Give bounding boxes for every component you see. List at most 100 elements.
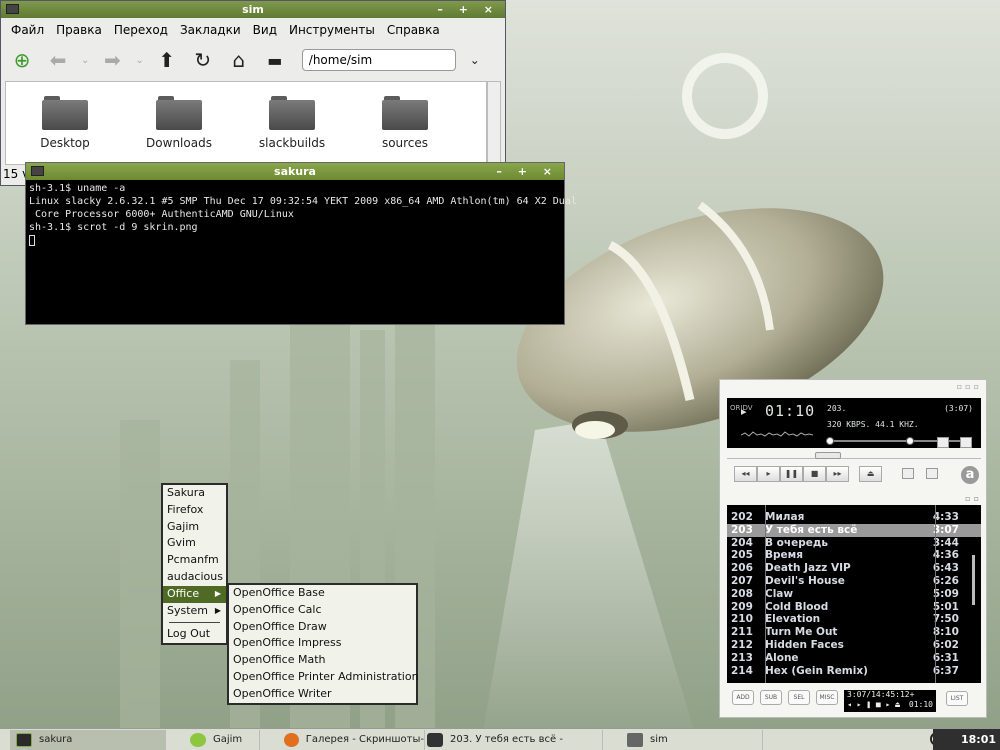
sel-button[interactable]: SEL <box>788 690 810 705</box>
window-controls-icon[interactable]: ▫▫ <box>965 494 982 503</box>
window-controls[interactable]: – + × <box>496 163 558 180</box>
track-title: Hex (Gein Remix) <box>765 664 868 677</box>
task-sim[interactable]: sim <box>603 729 763 750</box>
terminal-output[interactable]: sh-3.1$ uname -a Linux slacky 2.6.32.1 #… <box>26 180 577 249</box>
track-index: 206 <box>731 562 753 575</box>
menu-item-gvim[interactable]: Gvim <box>163 535 226 552</box>
elapsed-time[interactable]: 01:10 <box>765 402 815 420</box>
firefox-icon <box>284 732 299 747</box>
vis-mode-label: ORIDV <box>730 404 753 412</box>
file-icon-view[interactable]: Desktop Downloads slackbuilds sources <box>5 81 487 165</box>
terminal-icon[interactable] <box>31 166 44 176</box>
track-duration: 3:44 <box>932 536 959 549</box>
add-button[interactable]: ADD <box>732 690 754 705</box>
misc-button[interactable]: MISC <box>816 690 838 705</box>
mini-time: 01:10 <box>908 700 933 709</box>
menu-item-firefox[interactable]: Firefox <box>163 502 226 519</box>
shuffle-icon[interactable] <box>902 468 914 479</box>
home-icon[interactable]: ⌂ <box>226 47 252 73</box>
reload-icon[interactable]: ↻ <box>190 47 216 73</box>
menu-item-oo-impress[interactable]: OpenOffice Impress <box>229 635 416 652</box>
task-sakura[interactable]: sakura <box>10 729 166 750</box>
mini-controls[interactable]: ◂ ▸ ❚ ■ ▸ ⏏ 01:10 <box>847 700 933 710</box>
window-controls-icon[interactable]: ▫▫▫ <box>957 380 982 394</box>
task-gajim[interactable]: Gajim <box>166 729 260 750</box>
menu-item-logout[interactable]: Log Out <box>163 626 226 643</box>
folder-icon[interactable]: ▬ <box>262 47 288 73</box>
visualizer[interactable] <box>741 428 813 440</box>
stop-button[interactable]: ■ <box>803 466 826 482</box>
menu-item-oo-draw[interactable]: OpenOffice Draw <box>229 619 416 636</box>
menu-bookmarks[interactable]: Закладки <box>180 23 241 37</box>
menu-item-oo-calc[interactable]: OpenOffice Calc <box>229 602 416 619</box>
task-audacious[interactable]: 203. У тебя есть всё - <box>425 729 603 750</box>
menu-edit[interactable]: Правка <box>56 23 102 37</box>
eq-toggle-icon[interactable] <box>937 437 949 448</box>
back-arrow-icon[interactable]: ⬅ <box>45 47 71 73</box>
folder-desktop[interactable]: Desktop <box>20 96 110 150</box>
playlist-toggle-icon[interactable] <box>960 437 972 448</box>
track-duration: 4:33 <box>932 511 959 523</box>
menu-help[interactable]: Справка <box>387 23 440 37</box>
new-tab-icon[interactable]: ⊕ <box>9 47 35 73</box>
clock[interactable]: 18:01 <box>932 729 1000 750</box>
track-index: 203 <box>731 523 753 536</box>
track-duration: 6:37 <box>932 664 959 677</box>
balance-knob[interactable] <box>906 437 914 445</box>
playlist-divider <box>935 505 936 683</box>
menu-file[interactable]: Файл <box>11 23 44 37</box>
vertical-scrollbar[interactable] <box>487 81 501 165</box>
player-titlebar[interactable]: ▫▫▫ <box>720 380 986 394</box>
playlist-scrollbar[interactable] <box>972 555 975 605</box>
location-input[interactable] <box>301 49 456 71</box>
menu-item-audacious[interactable]: audacious <box>163 569 226 586</box>
play-button[interactable]: ▸ <box>757 466 780 482</box>
menu-item-office[interactable]: Office ▶ <box>163 585 226 603</box>
menu-item-sakura[interactable]: Sakura <box>163 485 226 502</box>
terminal-titlebar[interactable]: sakura – + × <box>26 163 564 180</box>
folder-downloads[interactable]: Downloads <box>134 96 224 150</box>
forward-arrow-icon[interactable]: ➡ <box>99 47 125 73</box>
folder-label: Downloads <box>146 136 212 150</box>
previous-button[interactable]: ◂◂ <box>734 466 757 482</box>
location-history-chevron-icon[interactable]: ⌄ <box>470 53 480 67</box>
menu-item-pcmanfm[interactable]: Pcmanfm <box>163 552 226 569</box>
seek-knob[interactable] <box>815 452 841 459</box>
sub-button[interactable]: SUB <box>760 690 782 705</box>
menu-item-oo-writer[interactable]: OpenOffice Writer <box>229 686 416 703</box>
file-manager-window: sim – + × Файл Правка Переход Закладки В… <box>0 0 506 186</box>
file-manager-titlebar[interactable]: sim – + × <box>1 1 505 18</box>
file-manager-title: sim <box>242 3 264 16</box>
audacious-logo[interactable]: a <box>961 466 979 484</box>
track-duration: 6:26 <box>932 574 959 587</box>
list-button[interactable]: LIST <box>946 691 968 706</box>
pause-button[interactable]: ❚❚ <box>780 466 803 482</box>
submenu-arrow-icon: ▶ <box>214 605 221 615</box>
eject-button[interactable]: ⏏ <box>859 466 882 482</box>
audacious-player: ▫▫▫ ORIDV ▸ 01:10 203. (3:07) 320 KBPS. … <box>719 379 987 718</box>
folder-sources[interactable]: sources <box>360 96 450 150</box>
playlist-titlebar[interactable]: ▫▫ <box>720 494 986 504</box>
repeat-icon[interactable] <box>926 468 938 479</box>
menu-go[interactable]: Переход <box>114 23 168 37</box>
window-menu-icon[interactable] <box>6 4 19 14</box>
chevron-down-icon[interactable]: ⌄ <box>135 55 143 66</box>
track-title: В очередь <box>765 536 828 549</box>
volume-knob[interactable] <box>826 437 834 445</box>
chevron-down-icon[interactable]: ⌄ <box>81 55 89 66</box>
menu-item-oo-printer-admin[interactable]: OpenOffice Printer Administration <box>229 669 419 686</box>
menu-view[interactable]: Вид <box>253 23 277 37</box>
taskbar: sakura Gajim Галерея - Скриншоты- 203. У… <box>0 728 1000 750</box>
menu-tools[interactable]: Инструменты <box>289 23 375 37</box>
folder-slackbuilds[interactable]: slackbuilds <box>247 96 337 150</box>
menu-item-oo-math[interactable]: OpenOffice Math <box>229 652 416 669</box>
up-arrow-icon[interactable]: ⬆ <box>154 47 180 73</box>
track-duration: 5:01 <box>932 600 959 613</box>
menu-item-gajim[interactable]: Gajim <box>163 519 226 536</box>
menu-item-oo-base[interactable]: OpenOffice Base <box>229 585 416 602</box>
seek-bar[interactable] <box>727 452 981 459</box>
menu-item-system[interactable]: System ▶ <box>163 603 226 620</box>
task-firefox[interactable]: Галерея - Скриншоты- <box>260 729 425 750</box>
window-controls[interactable]: – + × <box>437 1 499 18</box>
next-button[interactable]: ▸▸ <box>826 466 849 482</box>
